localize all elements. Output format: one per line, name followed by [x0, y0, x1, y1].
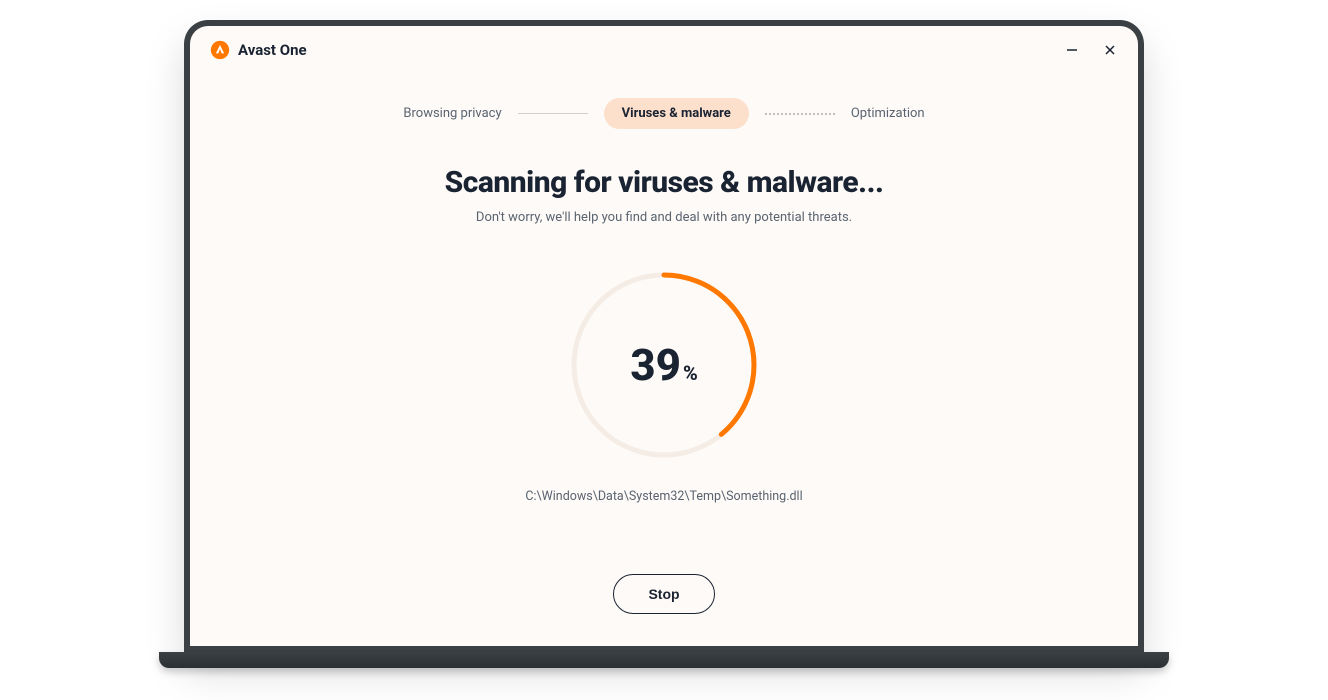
- scan-subtext: Don't worry, we'll help you find and dea…: [190, 210, 1138, 225]
- laptop-base: [159, 652, 1169, 668]
- avast-logo-icon: [210, 40, 230, 60]
- laptop-frame: Avast One Browsing privacy Viruses & mal…: [184, 20, 1144, 652]
- progress-steps: Browsing privacy Viruses & malware Optim…: [190, 98, 1138, 129]
- step-browsing-privacy: Browsing privacy: [403, 106, 501, 121]
- percent-symbol: %: [683, 361, 698, 385]
- app-window: Avast One Browsing privacy Viruses & mal…: [190, 26, 1138, 646]
- progress-text: 39 %: [630, 339, 698, 391]
- step-connector-dotted: [765, 113, 835, 115]
- current-scan-path: C:\Windows\Data\System32\Temp\Something.…: [190, 489, 1138, 504]
- window-controls: [1064, 42, 1118, 58]
- step-viruses-malware: Viruses & malware: [604, 98, 749, 129]
- scan-heading: Scanning for viruses & malware...: [190, 165, 1138, 200]
- titlebar: Avast One: [190, 26, 1138, 74]
- stop-button[interactable]: Stop: [613, 574, 714, 614]
- progress-circle: 39 %: [190, 265, 1138, 465]
- minimize-button[interactable]: [1064, 42, 1080, 58]
- step-connector-solid: [518, 113, 588, 114]
- titlebar-left: Avast One: [210, 40, 307, 60]
- main-content: Scanning for viruses & malware... Don't …: [190, 165, 1138, 614]
- step-optimization: Optimization: [851, 106, 925, 121]
- app-name: Avast One: [238, 41, 307, 59]
- progress-value: 39: [630, 339, 681, 391]
- close-button[interactable]: [1102, 42, 1118, 58]
